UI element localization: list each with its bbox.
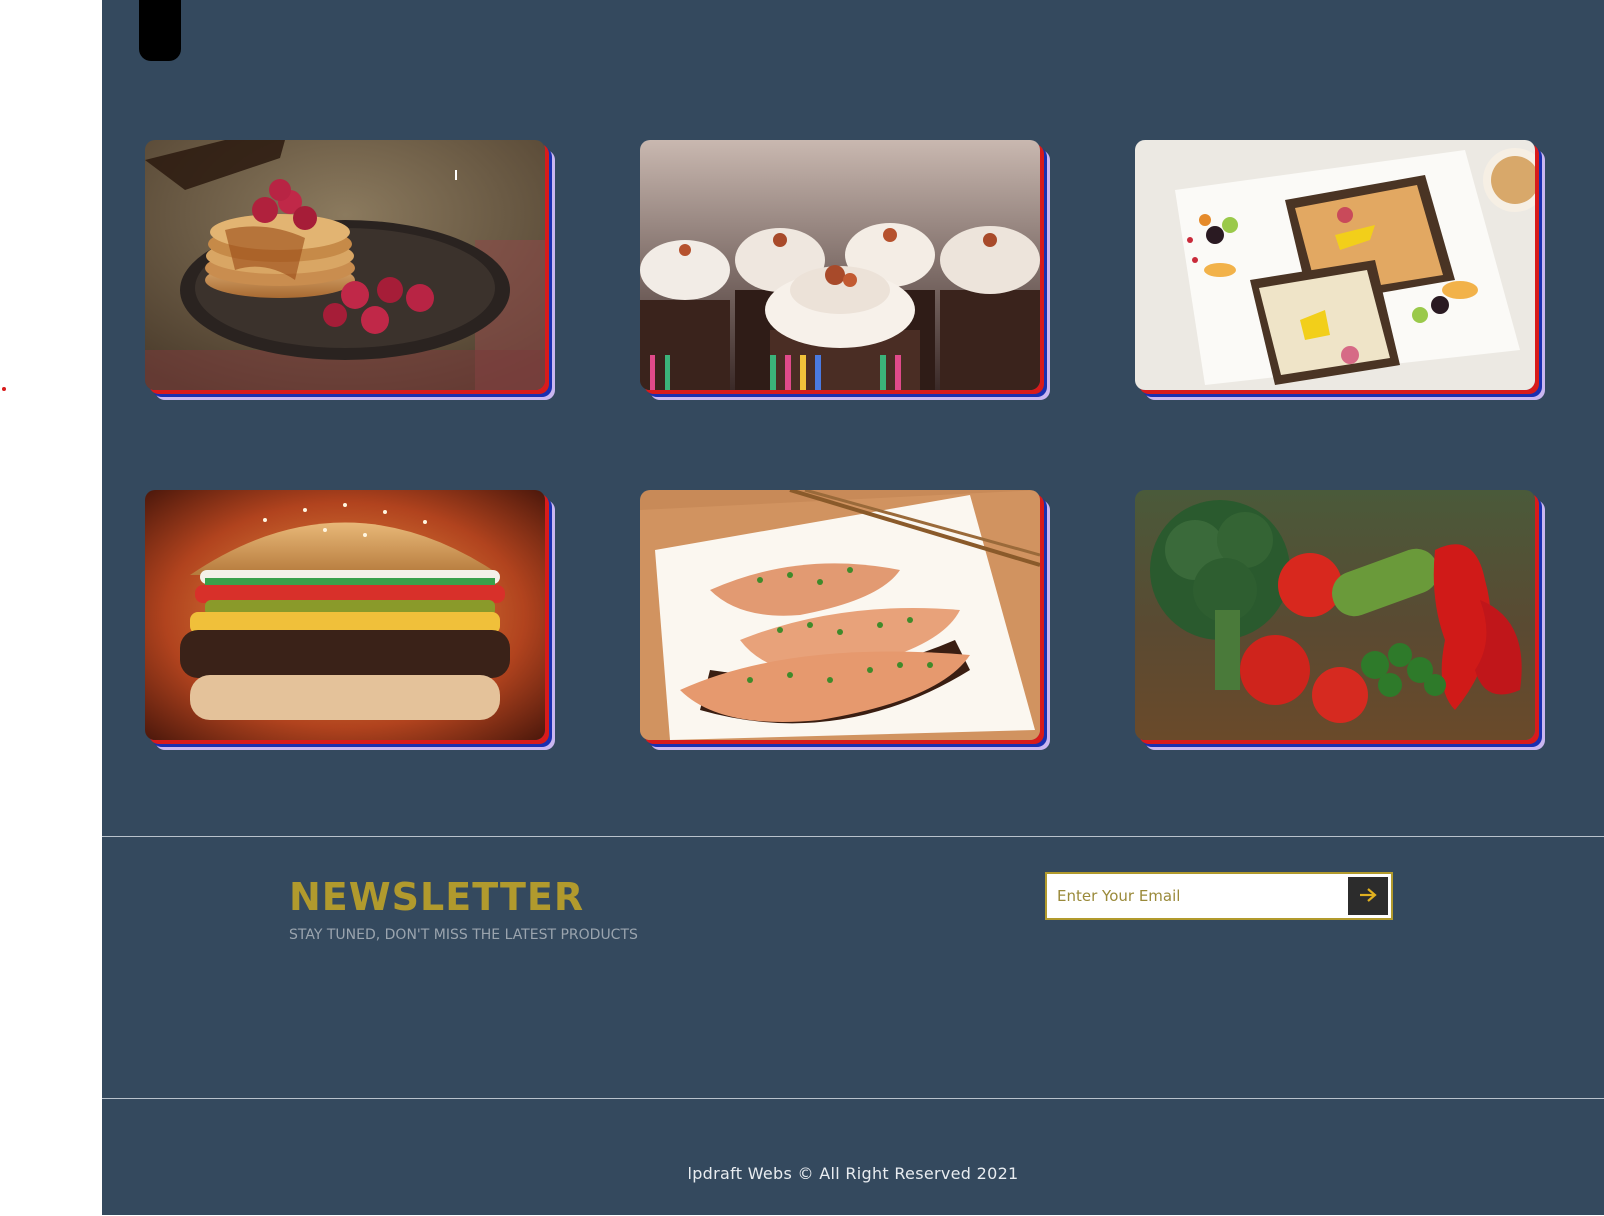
burger-image (145, 490, 545, 740)
pancakes-image (145, 140, 545, 390)
footer-divider (102, 1098, 1604, 1099)
gallery-card-salmon[interactable] (640, 490, 1040, 740)
arrow-right-icon (1359, 887, 1377, 905)
newsletter-title: NEWSLETTER (289, 875, 585, 919)
copyright-text: lpdraft Webs © All Right Reserved 2021 (687, 1164, 1019, 1183)
gallery-card-toast[interactable] (1135, 140, 1535, 390)
red-dot-marker (2, 387, 6, 391)
gallery-card-burger[interactable] (145, 490, 545, 740)
newsletter-subtitle: STAY TUNED, DON'T MISS THE LATEST PRODUC… (289, 927, 638, 943)
toast-breakfast-image (1135, 140, 1535, 390)
gallery-card-pancakes[interactable] (145, 140, 545, 390)
email-input[interactable] (1047, 874, 1365, 918)
left-white-strip (0, 0, 102, 1216)
vegetables-image (1135, 490, 1535, 740)
email-submit-button[interactable] (1348, 877, 1388, 915)
salmon-image (640, 490, 1040, 740)
newsletter-form (1045, 872, 1393, 920)
gallery-card-cupcakes[interactable] (640, 140, 1040, 390)
page-container: NEWSLETTER STAY TUNED, DON'T MISS THE LA… (102, 0, 1604, 1215)
cupcakes-image (640, 140, 1040, 390)
top-black-tab[interactable] (139, 0, 181, 61)
gallery-card-vegetables[interactable] (1135, 490, 1535, 740)
newsletter-top-divider (102, 836, 1604, 837)
